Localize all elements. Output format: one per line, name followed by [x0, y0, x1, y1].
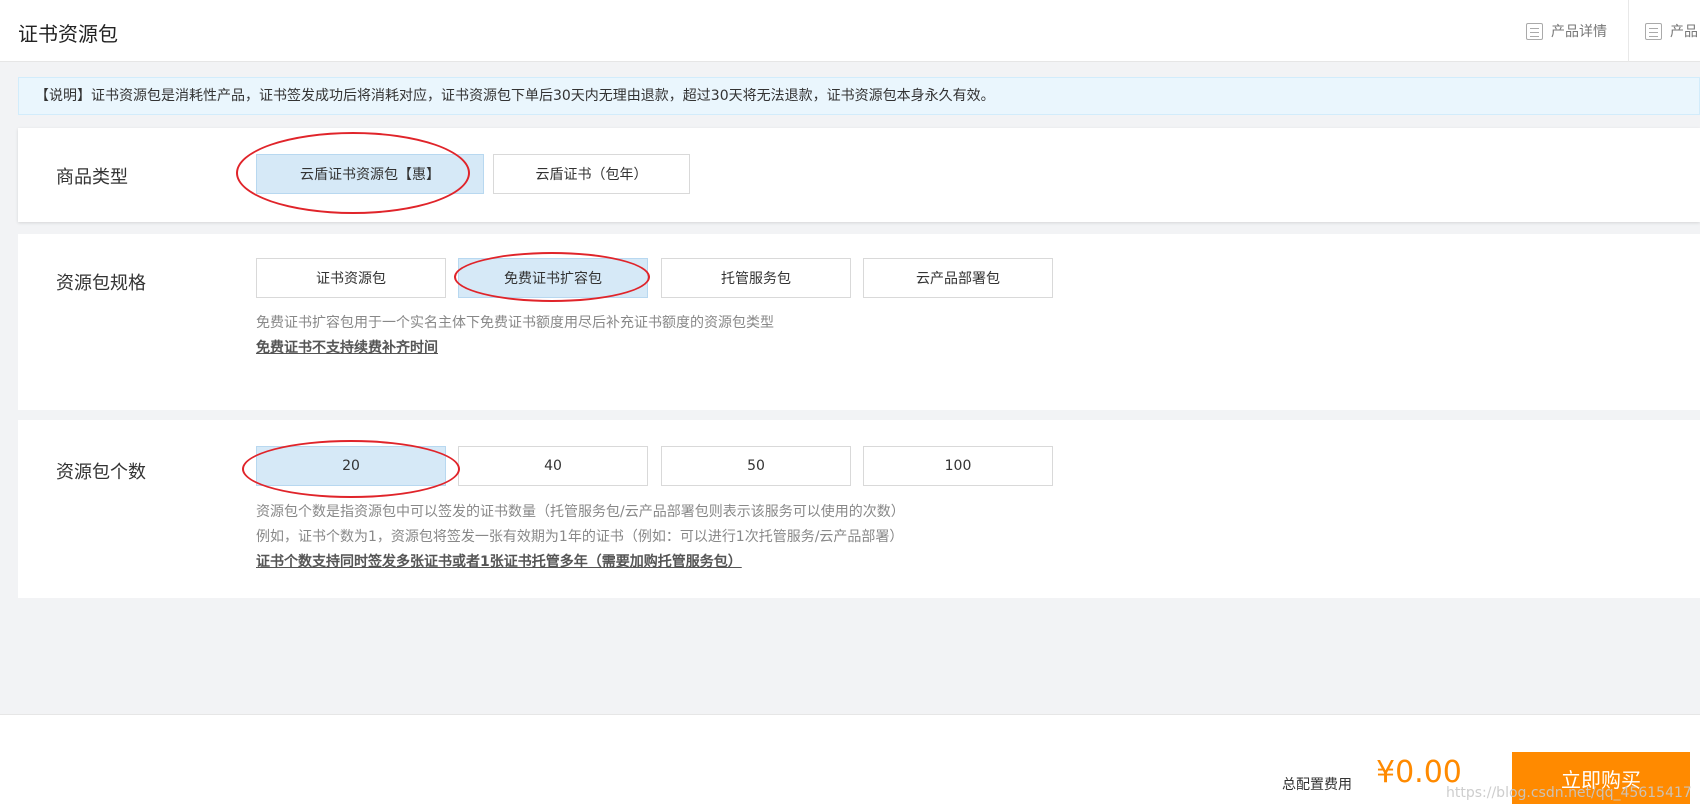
option-label: 40 [544, 458, 562, 474]
product-details-link[interactable]: 产品详情 [1526, 20, 1607, 42]
document-list-icon [1526, 22, 1543, 40]
option-cloud-shield-resource-pack[interactable]: 云盾证书资源包【惠】 [256, 154, 484, 194]
option-free-cert-expansion-pack[interactable]: 免费证书扩容包 [458, 258, 648, 298]
notice-banner: 【说明】证书资源包是消耗性产品，证书签发成功后将消耗对应，证书资源包下单后30天… [18, 77, 1700, 115]
buy-now-button[interactable]: 立即购买 [1512, 752, 1690, 804]
package-count-note-link[interactable]: 证书个数支持同时签发多张证书或者1张证书托管多年（需要加购托管服务包） [256, 551, 742, 571]
option-label: 云盾证书资源包【惠】 [300, 167, 440, 183]
option-cert-resource-pack[interactable]: 证书资源包 [256, 258, 446, 298]
product-type-label: 商品类型 [56, 167, 128, 188]
option-count-100[interactable]: 100 [863, 446, 1053, 486]
package-count-label: 资源包个数 [56, 462, 146, 483]
product-link[interactable]: 产品 [1645, 20, 1698, 42]
total-cost-label: 总配置费用 [1282, 777, 1352, 793]
header-divider [1628, 0, 1629, 62]
page-title: 证书资源包 [18, 22, 118, 46]
option-label: 云产品部署包 [916, 271, 1000, 287]
option-cloud-deploy-pack[interactable]: 云产品部署包 [863, 258, 1053, 298]
option-label: 100 [944, 458, 972, 474]
top-header: 证书资源包 产品详情 产品 [0, 0, 1700, 62]
package-spec-label: 资源包规格 [56, 273, 146, 294]
product-details-label: 产品详情 [1551, 24, 1607, 40]
option-count-40[interactable]: 40 [458, 446, 648, 486]
total-cost-value: ¥0.00 [1376, 755, 1462, 790]
product-link-label: 产品 [1670, 24, 1698, 40]
package-count-description-1: 资源包个数是指资源包中可以签发的证书数量（托管服务包/云产品部署包则表示该服务可… [256, 504, 905, 520]
option-label: 20 [342, 458, 360, 474]
document-icon [1645, 22, 1662, 40]
package-spec-description: 免费证书扩容包用于一个实名主体下免费证书额度用尽后补充证书额度的资源包类型 [256, 315, 774, 331]
option-label: 证书资源包 [316, 271, 386, 287]
option-cloud-shield-annual[interactable]: 云盾证书（包年） [493, 154, 690, 194]
page: 证书资源包 产品详情 产品 【说明】证书资源包是消耗性产品，证书签发成功后将消耗… [0, 0, 1700, 812]
package-spec-note-link[interactable]: 免费证书不支持续费补齐时间 [256, 337, 438, 357]
package-count-description-2: 例如，证书个数为1，资源包将签发一张有效期为1年的证书（例如：可以进行1次托管服… [256, 529, 904, 545]
option-count-20[interactable]: 20 [256, 446, 446, 486]
option-label: 云盾证书（包年） [535, 167, 648, 183]
option-label: 托管服务包 [721, 271, 791, 287]
option-label: 50 [747, 458, 765, 474]
option-hosting-service-pack[interactable]: 托管服务包 [661, 258, 851, 298]
option-count-50[interactable]: 50 [661, 446, 851, 486]
option-label: 免费证书扩容包 [504, 271, 602, 287]
